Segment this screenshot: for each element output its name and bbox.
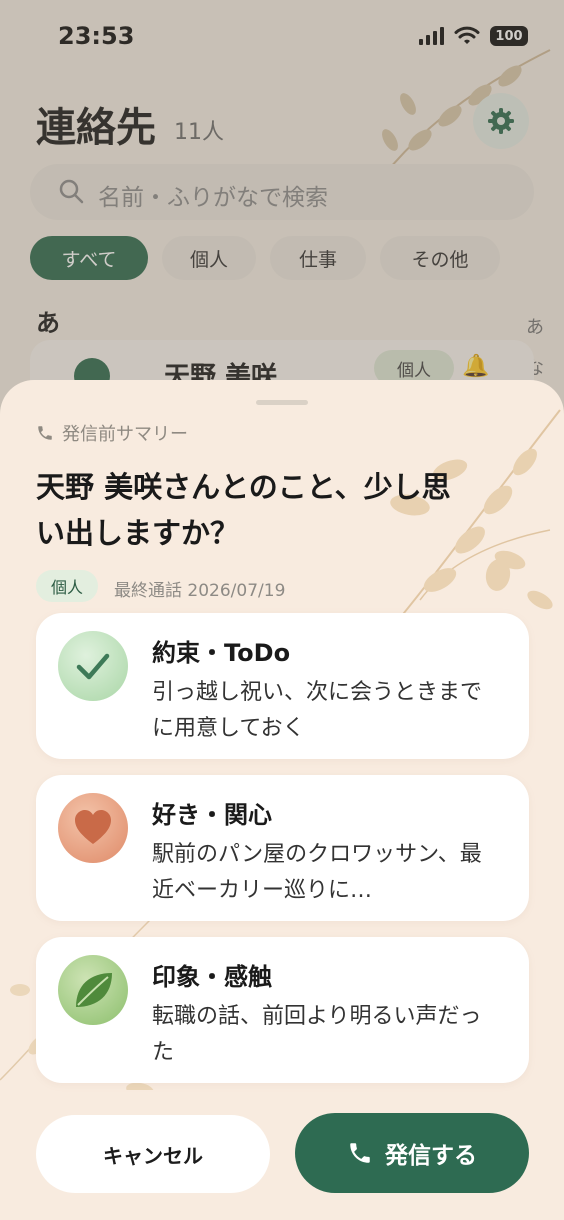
category-tag: 個人	[36, 570, 98, 602]
card-body: 転職の話、前回より明るい声だった	[152, 1004, 482, 1065]
leaf-icon	[58, 955, 128, 1025]
cancel-button[interactable]: キャンセル	[36, 1115, 270, 1193]
summary-card-todo[interactable]: 約束・ToDo 引っ越し祝い、次に会うときまでに用意しておく	[36, 613, 529, 759]
sheet-label-text: 発信前サマリー	[62, 424, 188, 445]
phone-icon	[38, 426, 52, 440]
check-icon	[58, 631, 128, 701]
call-button[interactable]: 発信する	[295, 1113, 529, 1193]
card-title: 好き・関心	[152, 801, 272, 829]
sheet-title: 天野 美咲さんとのこと、少し思い出しますか？	[36, 470, 451, 550]
card-body: 引っ越し祝い、次に会うときまでに用意しておく	[152, 680, 483, 741]
card-title: 印象・感触	[152, 963, 272, 991]
call-button-label: 発信する	[385, 1143, 477, 1169]
sheet-handle[interactable]	[256, 400, 308, 405]
summary-card-impression[interactable]: 印象・感触 転職の話、前回より明るい声だった	[36, 937, 529, 1083]
summary-card-interests[interactable]: 好き・関心 駅前のパン屋のクロワッサン、最近ベーカリー巡りに…	[36, 775, 529, 921]
card-title: 約束・ToDo	[152, 639, 291, 667]
sheet-label: 発信前サマリー	[36, 420, 188, 446]
heart-icon	[58, 793, 128, 863]
pre-call-summary-sheet: 発信前サマリー 天野 美咲さんとのこと、少し思い出しますか？ 個人 最終通話 2…	[0, 380, 564, 1220]
last-call-date: 最終通話 2026/07/19	[114, 581, 286, 601]
phone-icon	[350, 1143, 370, 1163]
card-body: 駅前のパン屋のクロワッサン、最近ベーカリー巡りに…	[152, 842, 482, 903]
